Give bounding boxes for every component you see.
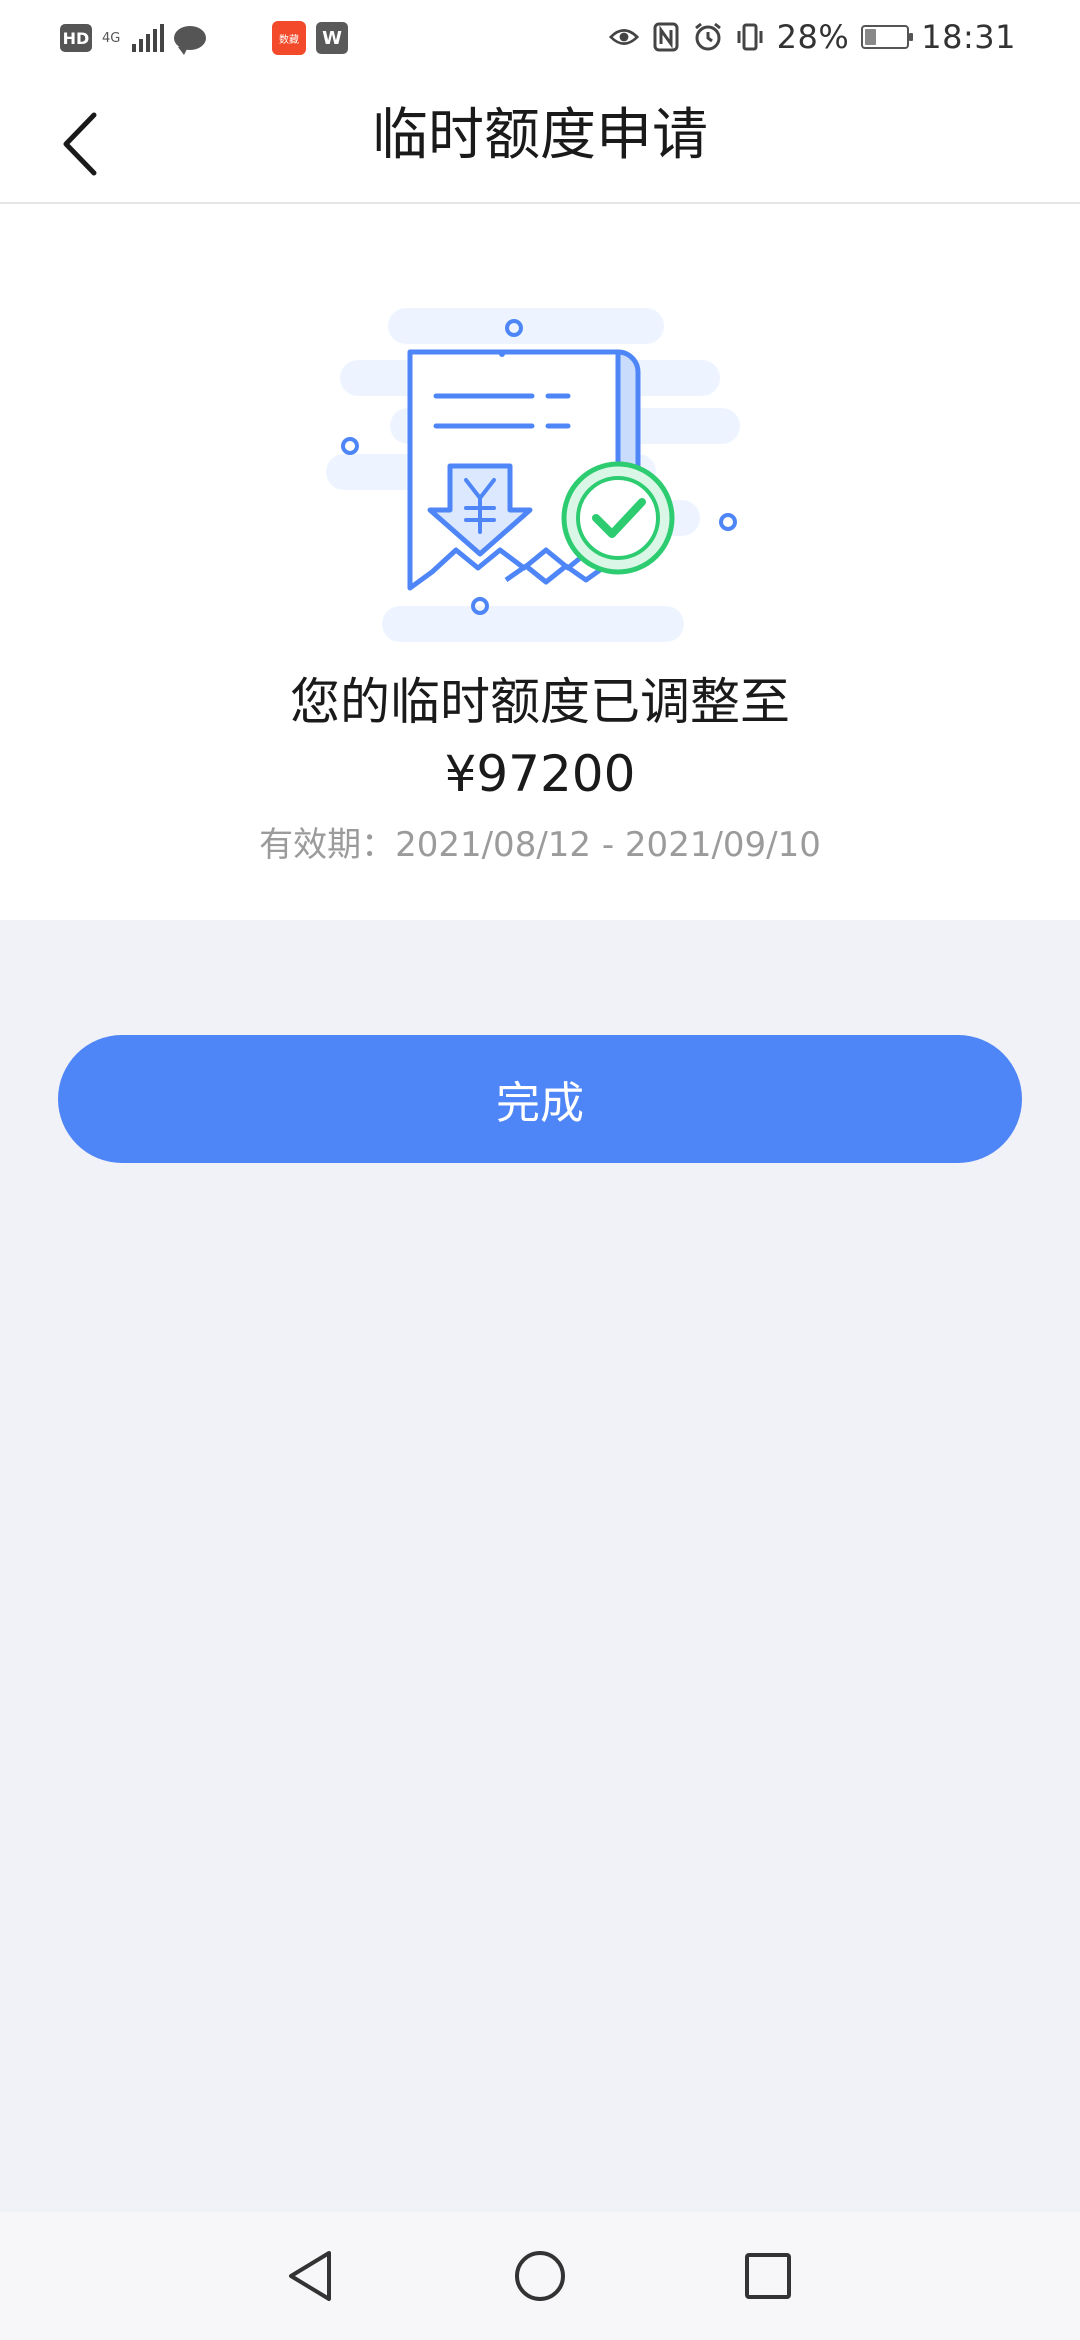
- status-left: HD 4G 数藏 W: [60, 18, 348, 58]
- nfc-icon: [651, 22, 681, 52]
- validity-label: 有效期：: [259, 825, 396, 865]
- result-card: 您的临时额度已调整至 ¥97200 有效期：2021/08/12 - 2021/…: [0, 204, 1080, 920]
- network-type: 4G: [102, 30, 121, 46]
- vibrate-icon: [735, 22, 765, 52]
- hd-badge: HD: [60, 24, 92, 52]
- alarm-icon: [693, 22, 723, 52]
- nav-home-icon: [515, 2251, 565, 2301]
- wps-icon: W: [316, 22, 348, 54]
- nav-recents-icon: [745, 2253, 791, 2299]
- nav-recents-button[interactable]: [738, 2246, 798, 2306]
- receipt-success-icon: [326, 308, 740, 642]
- battery-percent: 28%: [776, 18, 850, 56]
- credit-amount: ¥97200: [444, 745, 636, 803]
- done-button[interactable]: 完成: [58, 1035, 1022, 1163]
- validity-range: 2021/08/12 - 2021/09/10: [395, 825, 821, 865]
- header: 临时额度申请: [0, 74, 1080, 204]
- result-title: 您的临时额度已调整至: [290, 673, 790, 731]
- nav-back-button[interactable]: [280, 2246, 340, 2306]
- app-notification-icon: 数藏: [272, 21, 306, 55]
- battery-icon: [861, 25, 914, 49]
- nav-back-icon: [289, 2251, 331, 2301]
- page-title: 临时额度申请: [372, 103, 708, 168]
- validity-period: 有效期：2021/08/12 - 2021/09/10: [0, 822, 1080, 870]
- battery-level: [865, 29, 877, 45]
- status-bar: HD 4G 数藏 W 28% 18:31: [0, 0, 1080, 74]
- clock: 18:31: [921, 18, 1016, 56]
- eye-icon: [608, 22, 639, 52]
- signal-icon: [132, 24, 164, 52]
- message-icon: [174, 26, 206, 55]
- system-nav-bar: [0, 2212, 1080, 2340]
- status-right: 28% 18:31: [608, 16, 1016, 58]
- nav-home-button[interactable]: [510, 2246, 570, 2306]
